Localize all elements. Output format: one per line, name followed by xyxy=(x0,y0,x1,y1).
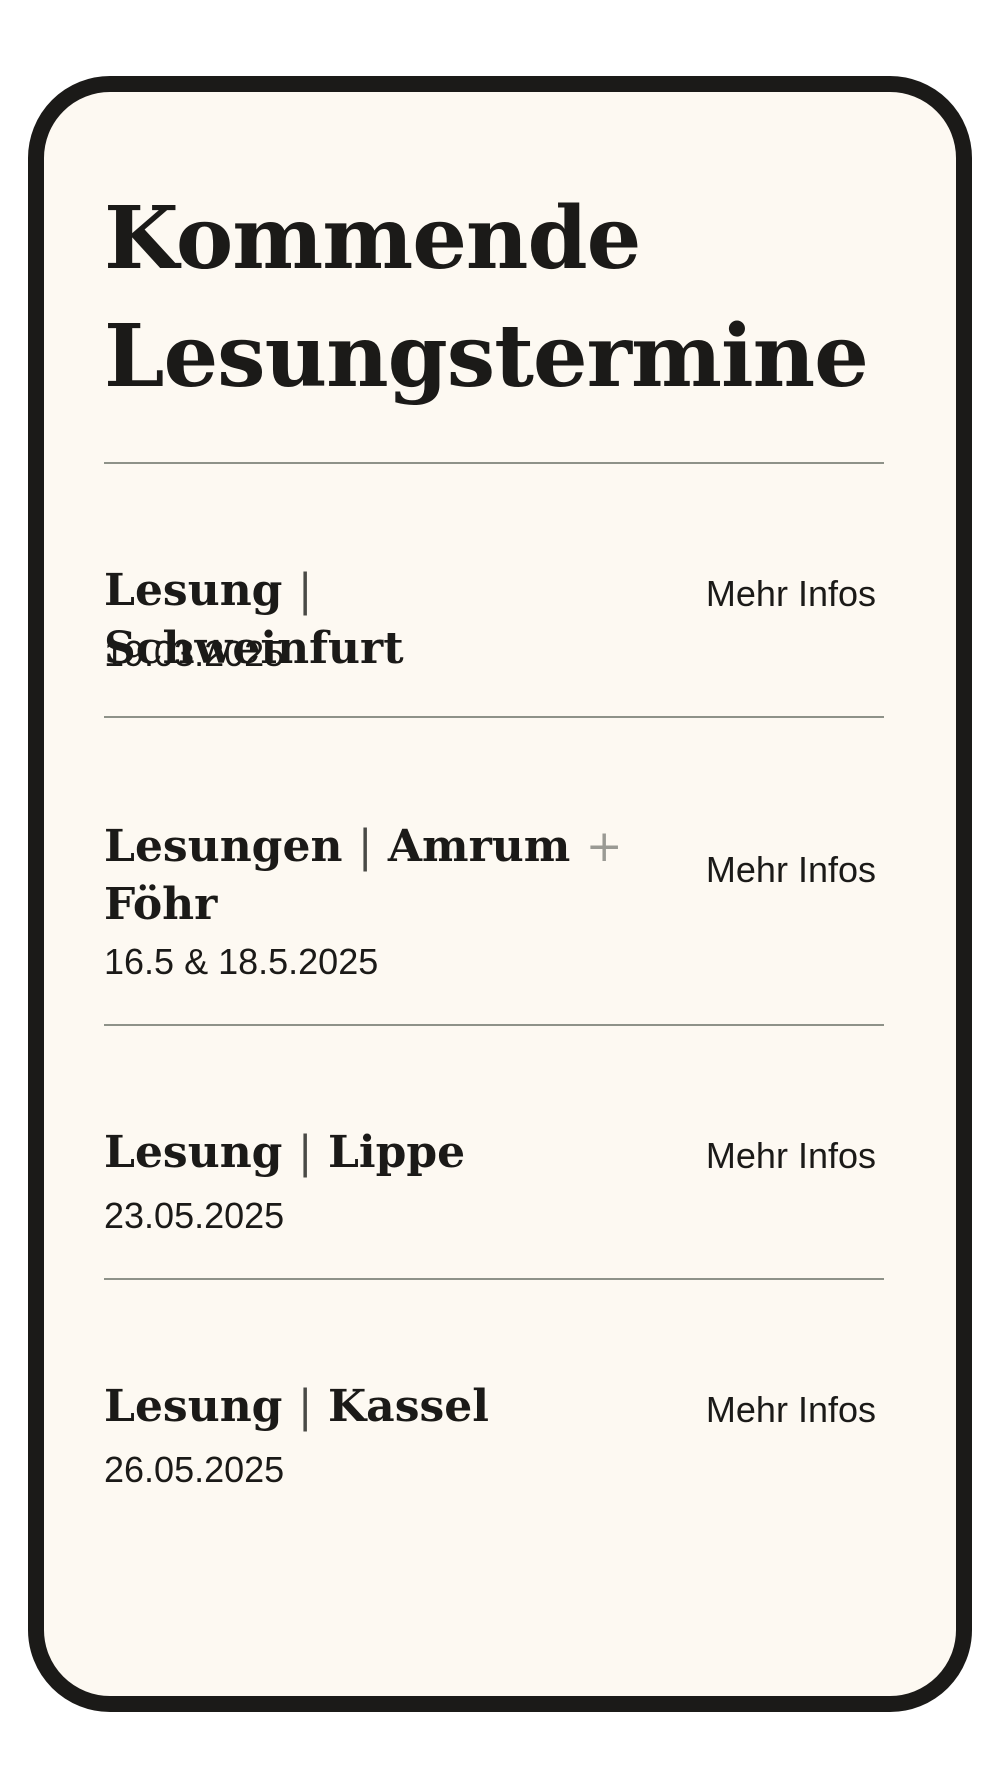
page-title: Kommende Lesungstermine xyxy=(104,188,869,407)
event-place: Amrum xyxy=(387,821,571,872)
divider xyxy=(104,462,884,464)
event-date: 23.05.2025 xyxy=(104,1195,285,1236)
event-title: Lesungen | Amrum + Föhr xyxy=(104,818,624,934)
event-separator: | xyxy=(357,821,373,872)
event-item: Lesungen | Amrum + Föhr 16.5 & 18.5.2025… xyxy=(104,818,884,1018)
event-date: 26.05.2025 xyxy=(104,1449,285,1490)
event-item: Lesung | Lippe 23.05.2025 Mehr Infos xyxy=(104,1124,884,1274)
event-title: Lesung | Lippe xyxy=(104,1124,624,1182)
event-separator: | xyxy=(297,1381,313,1432)
event-type: Lesung xyxy=(104,565,283,616)
event-plus: + xyxy=(585,821,623,872)
more-info-link[interactable]: Mehr Infos xyxy=(706,1388,876,1432)
event-type: Lesungen xyxy=(104,821,343,872)
event-item: Lesung | Kassel 26.05.2025 Mehr Infos xyxy=(104,1378,884,1528)
event-title: Lesung | Kassel xyxy=(104,1378,624,1436)
more-info-link[interactable]: Mehr Infos xyxy=(706,572,876,616)
event-item: Lesung | Schweinfurt 19.03.2025 Mehr Inf… xyxy=(104,562,884,712)
event-separator: | xyxy=(297,565,313,616)
event-date: 16.5 & 18.5.2025 xyxy=(104,941,379,982)
event-separator: | xyxy=(297,1127,313,1178)
event-place-2: Föhr xyxy=(104,879,218,930)
event-type: Lesung xyxy=(104,1127,283,1178)
event-type: Lesung xyxy=(104,1381,283,1432)
events-section: Kommende Lesungstermine Lesung | Schwein… xyxy=(104,92,896,1696)
event-place: Lippe xyxy=(327,1127,466,1178)
event-date: 19.03.2025 xyxy=(104,633,285,674)
phone-frame: Kommende Lesungstermine Lesung | Schwein… xyxy=(28,76,972,1712)
divider xyxy=(104,1278,884,1280)
divider xyxy=(104,1024,884,1026)
divider xyxy=(104,716,884,718)
more-info-link[interactable]: Mehr Infos xyxy=(706,848,876,892)
more-info-link[interactable]: Mehr Infos xyxy=(706,1134,876,1178)
event-place: Kassel xyxy=(327,1381,489,1432)
